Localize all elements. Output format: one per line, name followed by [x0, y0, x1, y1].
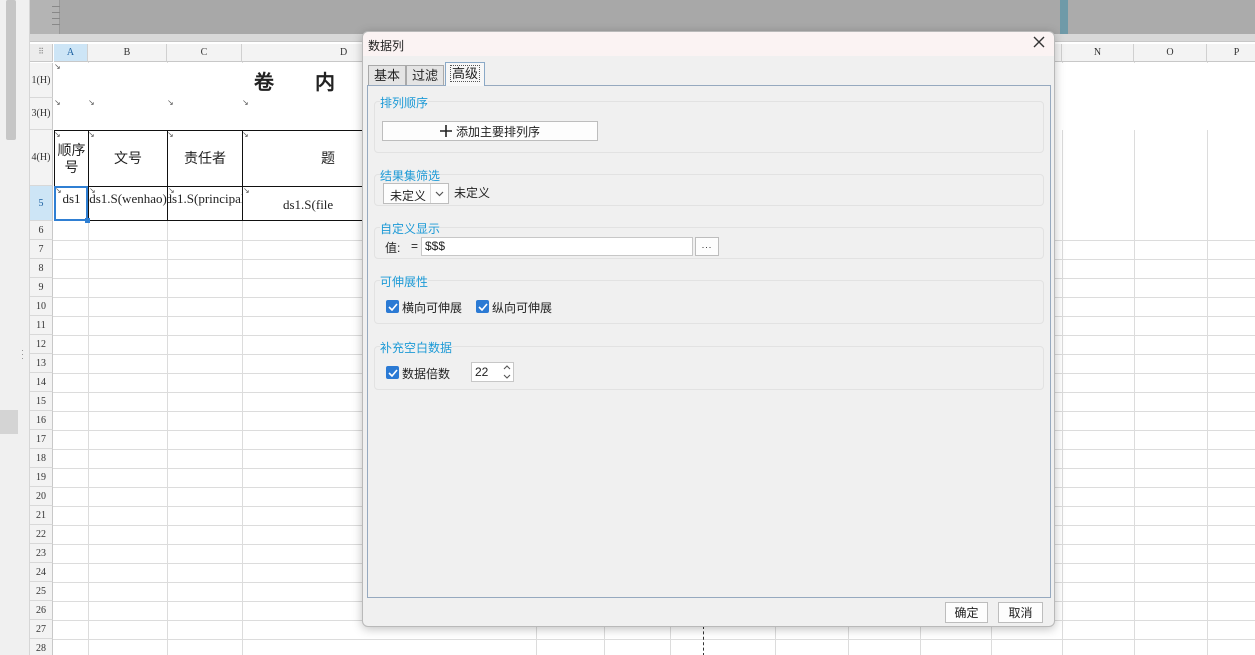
row-header[interactable]: 25: [30, 582, 53, 601]
row-header[interactable]: 3(H): [30, 98, 53, 130]
row-header[interactable]: 8: [30, 259, 53, 278]
chevron-down-icon[interactable]: [503, 374, 511, 379]
row-header[interactable]: 27: [30, 620, 53, 639]
row-header[interactable]: 26: [30, 601, 53, 620]
column-header-o[interactable]: O: [1134, 44, 1207, 62]
data-multiple-label: 数据倍数: [402, 367, 451, 381]
column-header-p[interactable]: P: [1207, 44, 1255, 62]
row-header[interactable]: 11: [30, 316, 53, 335]
cell-selection[interactable]: [54, 186, 90, 223]
header-cell-doc-number[interactable]: 文号: [88, 130, 168, 187]
row-header[interactable]: 10: [30, 297, 53, 316]
horizontal-extend-checkbox[interactable]: [386, 300, 399, 313]
check-icon: [477, 302, 488, 311]
value-label: 值:: [385, 241, 401, 255]
select-all-corner[interactable]: ⠿: [30, 44, 53, 62]
close-icon: [1033, 36, 1045, 48]
row-header[interactable]: 28: [30, 639, 53, 655]
chevron-up-icon[interactable]: [503, 365, 511, 370]
browse-button[interactable]: ...: [695, 237, 719, 256]
row-header[interactable]: 18: [30, 449, 53, 468]
dialog-title-bar[interactable]: 数据列: [363, 32, 1054, 56]
custom-display-input[interactable]: $$$: [421, 237, 693, 256]
column-header-c[interactable]: C: [167, 44, 242, 62]
custom-display-label: 自定义显示: [380, 220, 441, 237]
row-header[interactable]: 12: [30, 335, 53, 354]
top-toolbar-area: [0, 0, 1255, 34]
row-header[interactable]: 1(H): [30, 63, 53, 98]
header-cell-responsible[interactable]: 责任者: [167, 130, 243, 187]
row-header[interactable]: 13: [30, 354, 53, 373]
check-icon: [387, 368, 398, 377]
page-break-line: [703, 626, 704, 655]
close-button[interactable]: [1030, 35, 1048, 53]
tab-basic[interactable]: 基本: [368, 65, 406, 86]
tab-advanced-label: 高级: [449, 65, 480, 82]
check-icon: [387, 302, 398, 311]
tab-advanced[interactable]: 高级: [445, 62, 485, 86]
row-header[interactable]: 21: [30, 506, 53, 525]
row-header[interactable]: 17: [30, 430, 53, 449]
add-primary-sort-label: 添加主要排列序: [455, 124, 540, 139]
splitter-handle[interactable]: · · ·: [21, 346, 24, 363]
extensibility-group: [374, 280, 1044, 324]
row-header[interactable]: 16: [30, 411, 53, 430]
row-header[interactable]: 20: [30, 487, 53, 506]
column-header-n[interactable]: N: [1062, 44, 1134, 62]
fill-blank-label: 补充空白数据: [380, 339, 453, 356]
result-filter-select[interactable]: 未定义: [383, 183, 449, 204]
vertical-extend-label: 纵向可伸展: [492, 301, 553, 315]
scroll-indicator: [1060, 0, 1068, 34]
plus-icon: [439, 125, 452, 137]
horizontal-extend-label: 横向可伸展: [402, 301, 463, 315]
equals-sign: =: [411, 239, 419, 253]
vertical-extend-checkbox[interactable]: [476, 300, 489, 313]
data-multiple-value: 22: [475, 365, 489, 379]
data-multiple-checkbox[interactable]: [386, 366, 399, 379]
row-header[interactable]: 24: [30, 563, 53, 582]
extensibility-label: 可伸展性: [380, 273, 429, 290]
data-cell-doc-number[interactable]: ds1.S(wenhao): [88, 186, 168, 221]
row-header[interactable]: 19: [30, 468, 53, 487]
advanced-panel: 排列顺序 添加主要排列序 结果集筛选 未定义 未定义 自定义显示 值: = $$…: [367, 85, 1051, 598]
row-header[interactable]: 9: [30, 278, 53, 297]
row-header[interactable]: 7: [30, 240, 53, 259]
cancel-button[interactable]: 取消: [998, 602, 1043, 623]
column-header-a[interactable]: A: [54, 44, 88, 62]
sort-order-label: 排列顺序: [380, 94, 429, 111]
data-column-dialog: 数据列 基本 过滤 高级 排列顺序 添加主要排列序 结果集筛选 未定义 未定义 …: [362, 31, 1055, 627]
ok-button[interactable]: 确定: [945, 602, 988, 623]
row-header[interactable]: 15: [30, 392, 53, 411]
row-header[interactable]: 23: [30, 544, 53, 563]
dialog-title: 数据列: [368, 39, 405, 53]
row-header[interactable]: 22: [30, 525, 53, 544]
row-header[interactable]: 6: [30, 221, 53, 240]
row-header[interactable]: 4(H): [30, 130, 53, 186]
tab-filter[interactable]: 过滤: [406, 65, 444, 86]
chevron-down-icon: [430, 184, 448, 203]
result-filter-value: 未定义: [454, 186, 491, 200]
left-pane-scrollbar[interactable]: [6, 0, 16, 140]
left-pane: · · ·: [0, 0, 30, 655]
data-cell-responsible[interactable]: ds1.S(principal: [167, 186, 243, 221]
result-filter-selected: 未定义: [390, 189, 427, 203]
row-header[interactable]: 14: [30, 373, 53, 392]
data-multiple-stepper[interactable]: 22: [471, 362, 514, 382]
vertical-ruler: [30, 0, 60, 34]
column-header-b[interactable]: B: [88, 44, 167, 62]
row-header[interactable]: 5: [30, 186, 53, 221]
add-primary-sort-button[interactable]: 添加主要排列序: [382, 121, 598, 141]
result-filter-label: 结果集筛选: [380, 167, 441, 184]
